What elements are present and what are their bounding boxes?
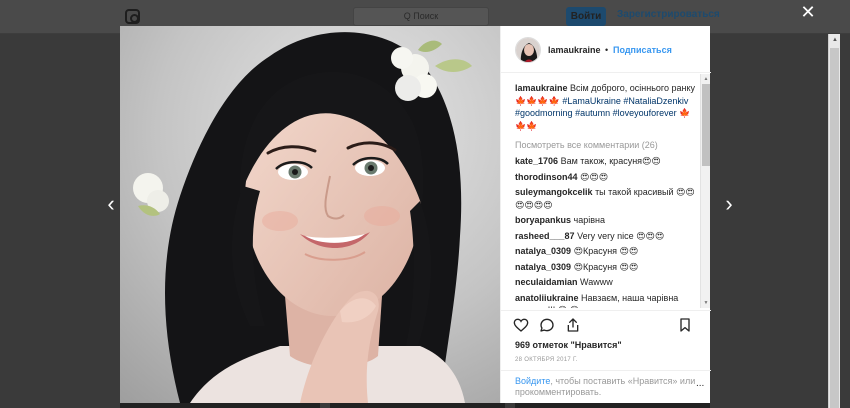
comment-text: Very very nice 😍😍😍 [577,230,665,241]
comment-text: 😍😍😍 [580,171,609,182]
hashtag[interactable]: #loveyouforever [613,108,677,118]
post-actions-bar [501,310,711,336]
comment-text: чарівна [573,215,606,225]
comment-icon[interactable] [539,317,555,333]
scroll-up-arrow-icon[interactable]: ▲ [701,74,711,84]
bookmark-icon[interactable] [677,317,693,333]
list-item: natalya_0309 😍Красуня 😍😍 [515,261,697,274]
comment-text: 😍Красуня 😍😍 [573,246,639,256]
hashtag[interactable]: #goodmorning [515,108,573,118]
more-options-icon[interactable]: ... [696,378,704,389]
hashtag[interactable]: #NataliaDzenkiv [623,96,688,106]
instagram-logo-icon [125,9,140,24]
background-thumbnail-strip [330,403,505,408]
post-date: 28 ОКТЯБРЯ 2017 Г. [515,357,578,363]
comment-username[interactable]: natalya_0309 [515,262,571,272]
next-post-arrow-icon[interactable]: › [722,190,736,218]
comment-username[interactable]: neculaidamian [515,277,578,287]
scrollbar-thumb[interactable] [702,84,710,166]
comment-username[interactable]: kate_1706 [515,156,558,166]
list-item: neculaidamian Wawww [515,276,697,289]
list-item: natalya_0309 😍Красуня 😍😍 [515,245,697,258]
comment-username[interactable]: anatoliiukraine [515,293,579,303]
comment-text: 😍Красуня 😍😍 [573,261,639,272]
list-item: boryapankus чарівна [515,214,697,227]
background-login-button: Войти [566,7,606,26]
post-caption: lamaukraine Всім доброго, осіннього ранк… [515,82,695,132]
hashtag[interactable]: #LamaUkraine [562,96,621,106]
avatar[interactable] [515,37,541,63]
background-search-input: Q Поиск [353,7,489,26]
list-item: rasheed___87 Very very nice 😍😍😍 [515,230,697,243]
comment-username[interactable]: rasheed___87 [515,231,575,241]
portrait-image [120,26,500,403]
previous-post-arrow-icon[interactable]: ‹ [104,190,118,218]
comments-scrollbar[interactable]: ▲ ▼ [700,74,710,308]
hashtag[interactable]: #autumn [575,108,610,118]
scroll-down-arrow-icon[interactable]: ▼ [701,298,711,308]
post-header: lamaukraine • Подписаться [501,26,711,73]
list-item: thorodinson44 😍😍😍 [515,171,697,184]
likes-count[interactable]: 969 отметок "Нравится" [515,340,622,350]
comment-username[interactable]: natalya_0309 [515,246,571,256]
login-link[interactable]: Войдите [515,376,550,386]
page-scrollbar[interactable]: ▲ [828,34,840,408]
scroll-up-arrow-icon[interactable]: ▲ [829,34,841,46]
post-author-username[interactable]: lamaukraine [548,45,601,55]
list-item: suleymangokcelik ты такой красивый 😍😍😍😍😍… [515,186,697,211]
list-item: anatoliiukraine Навзаєм, наша чарівна кр… [515,292,697,309]
comment-text: Вам також, красуня😍😍 [560,156,661,166]
separator-dot: • [605,45,609,55]
background-thumbnail-strip [515,403,710,408]
comments-list[interactable]: lamaukraine Всім доброго, осіннього ранк… [501,74,701,308]
scrollbar-thumb[interactable] [830,48,839,408]
post-details-panel: lamaukraine • Подписаться lamaukraine Вс… [500,26,711,403]
list-item: kate_1706 Вам також, красуня😍😍 [515,155,697,168]
comment-text: Wawww [580,277,613,287]
share-icon[interactable] [565,317,581,333]
background-thumbnail-strip [120,403,320,408]
follow-button[interactable]: Подписаться [613,45,672,55]
close-modal-button[interactable]: ✕ [799,3,817,21]
comment-username[interactable]: thorodinson44 [515,172,578,182]
comment-username[interactable]: boryapankus [515,215,571,225]
comment-username[interactable]: suleymangokcelik [515,187,593,197]
post-modal: lamaukraine • Подписаться lamaukraine Вс… [120,26,711,403]
avatar-image [516,38,540,62]
caption-username[interactable]: lamaukraine [515,83,568,93]
heart-icon[interactable] [513,317,529,333]
view-all-comments-link[interactable]: Посмотреть все комментарии (26) [515,139,701,151]
post-photo[interactable] [120,26,500,403]
login-prompt: Войдите, чтобы поставить «Нравится» или … [501,370,711,403]
background-register-link: Зарегистрироваться [617,9,720,20]
